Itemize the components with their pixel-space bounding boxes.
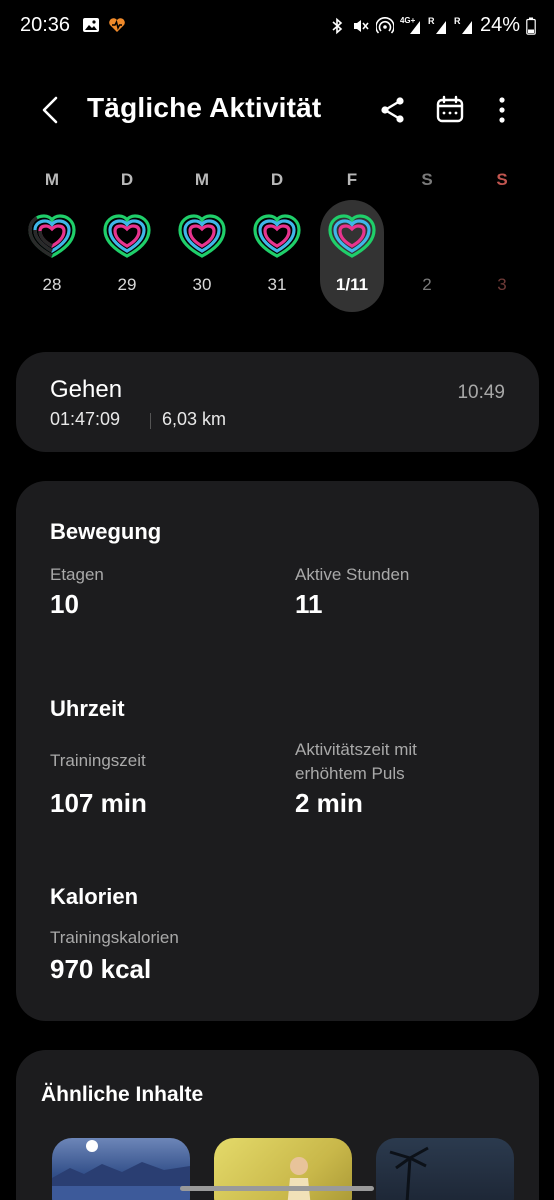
- walk-session-card[interactable]: Gehen 10:49 01:47:09 6,03 km: [16, 352, 539, 452]
- day-item[interactable]: D 29: [95, 160, 159, 310]
- day-date: 28: [42, 275, 62, 294]
- day-date: 2: [422, 275, 432, 294]
- day-letter: D: [120, 170, 134, 189]
- activity-rings-icon: [253, 214, 301, 258]
- day-date: 3: [497, 275, 507, 294]
- day-letter: D: [270, 170, 284, 189]
- floors-label: Etagen: [50, 565, 104, 584]
- day-letter: M: [44, 170, 60, 189]
- home-indicator[interactable]: [180, 1186, 374, 1191]
- similar-content-title: Ähnliche Inhalte: [41, 1083, 204, 1106]
- day-letter: M: [194, 170, 210, 189]
- day-item: S 3: [470, 160, 534, 310]
- similar-content-thumbnail-1[interactable]: [52, 1138, 190, 1200]
- divider: [150, 413, 151, 429]
- training-calories-value: 970 kcal: [50, 954, 152, 984]
- status-bar: 20:36 4G+ R R 24%: [0, 0, 554, 54]
- section-title-time: Uhrzeit: [50, 696, 125, 721]
- mute-icon: [353, 19, 369, 32]
- floors-value: 10: [50, 589, 79, 619]
- day-item-selected[interactable]: F 1/11: [320, 160, 384, 312]
- elevated-pulse-label-line2: erhöhtem Puls: [295, 764, 405, 783]
- similar-content-thumbnail-3[interactable]: [376, 1138, 514, 1200]
- activity-rings-icon: [103, 214, 151, 258]
- walk-duration: 01:47:09: [50, 409, 121, 429]
- active-hours-label: Aktive Stunden: [295, 565, 410, 584]
- signal-4g-icon: 4G+: [400, 16, 422, 36]
- signal-roaming-icon-2: R: [454, 16, 474, 36]
- bluetooth-icon: [332, 17, 343, 34]
- share-icon[interactable]: [375, 92, 411, 128]
- training-time-label: Trainingszeit: [50, 751, 146, 770]
- day-item[interactable]: D 31: [245, 160, 309, 310]
- battery-icon: [526, 17, 536, 35]
- day-item[interactable]: M 28: [20, 160, 84, 310]
- activity-rings-icon: [28, 214, 76, 258]
- day-letter: F: [346, 170, 358, 189]
- day-item[interactable]: M 30: [170, 160, 234, 310]
- walk-distance: 6,03 km: [162, 409, 227, 429]
- day-date: 1/11: [335, 275, 369, 294]
- more-vertical-icon[interactable]: [484, 92, 520, 128]
- section-title-movement: Bewegung: [50, 519, 162, 544]
- similar-content-card: Ähnliche Inhalte: [16, 1050, 539, 1200]
- hotspot-icon: [375, 16, 394, 34]
- app-bar: Tägliche Aktivität: [0, 80, 554, 140]
- active-hours-value: 11: [295, 589, 323, 619]
- training-calories-label: Trainingskalorien: [50, 928, 179, 947]
- day-item: S 2: [395, 160, 459, 310]
- status-time: 20:36: [20, 14, 71, 36]
- battery-percent: 24%: [479, 14, 520, 36]
- mountain-lake-image: [52, 1140, 190, 1200]
- calendar-icon[interactable]: [432, 92, 468, 128]
- elevated-pulse-label-line1: Aktivitätszeit mit: [295, 740, 417, 759]
- day-date: 29: [117, 275, 137, 294]
- day-date: 30: [192, 275, 212, 294]
- day-letter: S: [496, 170, 508, 189]
- back-icon[interactable]: [36, 92, 66, 128]
- gallery-icon: [83, 18, 99, 32]
- activity-rings-icon: [178, 214, 226, 258]
- palm-night-image: [389, 1146, 429, 1200]
- health-heart-icon: [109, 18, 125, 32]
- activity-stats-card: Bewegung Etagen 10 Aktive Stunden 11 Uhr…: [16, 481, 539, 1021]
- day-date: 31: [267, 275, 287, 294]
- training-time-value: 107 min: [50, 788, 147, 818]
- elevated-pulse-value: 2 min: [295, 788, 363, 818]
- signal-roaming-icon: R: [428, 16, 448, 36]
- day-letter: S: [421, 170, 433, 189]
- walk-start-time: 10:49: [457, 382, 505, 403]
- activity-rings-icon: [328, 214, 376, 258]
- walk-title: Gehen: [50, 376, 123, 403]
- section-title-calories: Kalorien: [50, 884, 139, 909]
- page-title: Tägliche Aktivität: [87, 92, 322, 123]
- week-strip: M 28 D 29 M 30 D 31 F 1/11 S 2 S 3: [14, 160, 540, 320]
